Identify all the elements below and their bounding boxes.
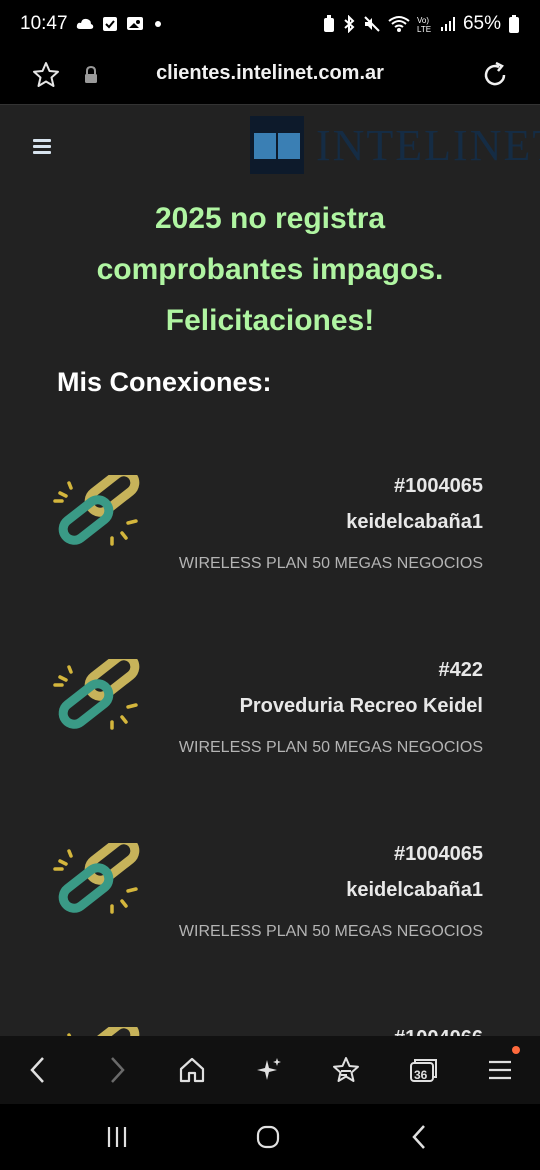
browser-url-bar: clientes.intelinet.com.ar xyxy=(0,48,540,104)
connection-card[interactable]: #422 Proveduria Recreo Keidel WIRELESS P… xyxy=(0,659,540,779)
payment-status-headline: 2025 no registra comprobantes impagos. F… xyxy=(40,193,500,346)
menu-button[interactable] xyxy=(482,1046,520,1088)
headline-line: Felicitaciones! xyxy=(165,304,375,337)
battery-icon xyxy=(509,15,519,33)
connection-name: keidelcabaña1 xyxy=(346,511,483,533)
connection-plan: WIRELESS PLAN 50 MEGAS NEGOCIOS xyxy=(178,555,483,572)
connection-id: #1004066 xyxy=(394,1027,483,1036)
ai-assistant-button[interactable] xyxy=(251,1052,287,1088)
back-button[interactable] xyxy=(20,1052,56,1088)
bookmark-star-icon xyxy=(333,1057,359,1082)
connection-id: #1004065 xyxy=(394,475,483,497)
bookmark-star-icon[interactable] xyxy=(31,60,61,90)
recents-button[interactable] xyxy=(97,1120,137,1154)
chain-link-icon xyxy=(53,475,140,546)
sparkle-icon xyxy=(257,1058,281,1080)
bookmarks-button[interactable] xyxy=(328,1052,364,1088)
connection-card[interactable]: #1004065 keidelcabaña1 WIRELESS PLAN 50 … xyxy=(0,843,540,963)
tabs-count: 36 xyxy=(414,1068,428,1082)
forward-button[interactable] xyxy=(99,1052,135,1088)
more-notifications-dot xyxy=(154,21,161,27)
connection-name: keidelcabaña1 xyxy=(346,879,483,901)
intelinet-logo: INTELINET xyxy=(250,115,540,175)
back-nav-button[interactable] xyxy=(400,1120,440,1154)
status-bar: 10:47 Vo) LTE 65% xyxy=(0,0,540,48)
reload-icon[interactable] xyxy=(480,60,510,90)
back-nav-icon xyxy=(412,1125,425,1149)
home-button[interactable] xyxy=(174,1052,210,1088)
volte-icon: Vo)LTE xyxy=(417,16,431,33)
bluetooth-icon xyxy=(344,15,355,33)
notification-dot xyxy=(512,1046,520,1054)
svg-text:Vo): Vo) xyxy=(417,16,429,25)
forward-icon xyxy=(111,1057,125,1083)
connection-card[interactable]: #1004066 xyxy=(0,1027,540,1036)
chain-link-icon xyxy=(67,1027,140,1036)
check-box-icon xyxy=(102,17,117,31)
image-message-icon xyxy=(126,17,143,30)
status-right: Vo) LTE 65% xyxy=(323,13,520,35)
signal-icon xyxy=(440,17,455,31)
tabs-button[interactable]: 36 xyxy=(405,1052,441,1088)
connection-name: Proveduria Recreo Keidel xyxy=(239,695,483,717)
mute-icon xyxy=(364,16,380,32)
logo-mark xyxy=(250,116,304,174)
back-icon xyxy=(30,1057,44,1083)
logo-text: INTELINET xyxy=(316,120,540,170)
connection-plan: WIRELESS PLAN 50 MEGAS NEGOCIOS xyxy=(178,923,483,940)
status-left: 10:47 xyxy=(20,13,162,35)
recents-icon xyxy=(107,1127,127,1147)
browser-toolbar: 36 xyxy=(0,1036,540,1104)
headline-line: 2025 no registra xyxy=(154,202,386,235)
status-time: 10:47 xyxy=(20,13,68,34)
home-nav-button[interactable] xyxy=(248,1120,288,1154)
home-icon xyxy=(179,1057,205,1083)
home-circle-icon xyxy=(256,1125,280,1149)
connection-id: #422 xyxy=(438,659,484,681)
cloud-notification-icon xyxy=(76,18,93,29)
connection-card[interactable]: #1004065 keidelcabaña1 WIRELESS PLAN 50 … xyxy=(0,475,540,595)
headline-line: comprobantes impagos. xyxy=(96,253,444,286)
connection-plan: WIRELESS PLAN 50 MEGAS NEGOCIOS xyxy=(178,739,483,756)
web-page: INTELINET 2025 no registra comprobantes … xyxy=(0,104,540,1036)
system-nav-bar xyxy=(0,1104,540,1170)
svg-text:LTE: LTE xyxy=(417,25,431,33)
menu-hamburger-icon[interactable] xyxy=(33,139,51,154)
url-text[interactable]: clientes.intelinet.com.ar xyxy=(90,62,450,85)
battery-percent: 65% xyxy=(462,13,501,34)
wifi-icon xyxy=(388,16,410,32)
menu-icon xyxy=(489,1060,511,1080)
chain-link-icon xyxy=(53,843,140,914)
section-title: Mis Conexiones: xyxy=(57,367,272,397)
chain-link-icon xyxy=(53,659,140,730)
connection-id: #1004065 xyxy=(394,843,483,865)
battery-saver-icon xyxy=(323,15,334,32)
